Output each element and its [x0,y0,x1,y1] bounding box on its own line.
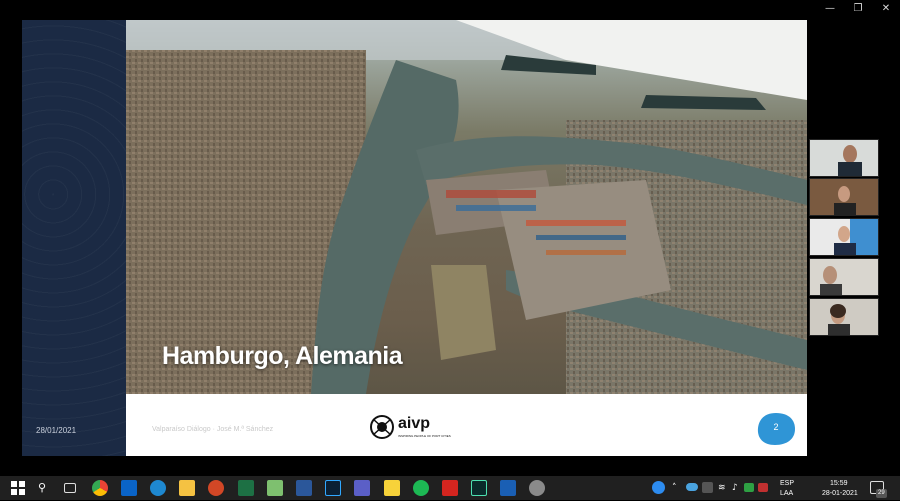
audition-icon[interactable] [471,480,487,496]
security-icon[interactable] [744,483,754,492]
slide-page-number: 2 [773,422,779,432]
aerial-port-photo: Hamburgo, Alemania [126,20,807,394]
start-icon[interactable] [10,480,26,496]
spotify-icon[interactable] [413,480,429,496]
language-indicator[interactable]: ESP [780,479,794,488]
chevron-up-icon[interactable]: ˄ [672,479,677,497]
sticky-notes-icon[interactable] [384,480,400,496]
participant-tile[interactable] [809,178,879,216]
photoshop-icon[interactable] [325,480,341,496]
search-icon[interactable]: ⚲ [38,479,46,497]
participant-tile[interactable] [809,218,879,256]
notification-count: 29 [876,489,887,498]
onedrive-icon[interactable] [686,483,698,491]
slide-title: Hamburgo, Alemania [162,342,403,370]
desktop: — ❐ ✕ 28/01/2021 Hamburgo, Alemania Valp… [0,0,900,500]
slide-date: 28/01/2021 [36,426,77,435]
wifi-icon[interactable]: ≋ [718,479,726,497]
shared-slide: 28/01/2021 Hamburgo, Alemania Valparaíso… [22,20,807,456]
participant-tile[interactable] [809,139,879,177]
edge-icon[interactable] [150,480,166,496]
close-button[interactable]: ✕ [872,2,900,16]
powerpoint-icon[interactable] [208,480,224,496]
outlook-icon[interactable] [121,480,137,496]
snipping-tool-icon[interactable] [529,480,545,496]
volume-icon[interactable]: ♪ [732,479,738,497]
taskbar: ⚲ ˄ ≋ ♪ ESP LAA 15:59 28-01-2021 29 [0,476,900,500]
tray-app-icon[interactable] [702,482,713,493]
maximize-button[interactable]: ❐ [844,2,872,16]
minimize-button[interactable]: — [816,2,844,16]
help-icon[interactable] [652,481,665,494]
slide-footer-text: Valparaíso Diálogo · José M.ª Sánchez [152,426,274,433]
task-view-icon[interactable] [64,483,76,493]
keyboard-layout: LAA [780,490,794,497]
chrome-icon[interactable] [92,480,108,496]
participant-tile[interactable] [809,258,879,296]
system-tray: ˄ ≋ ♪ ESP LAA 15:59 28-01-2021 29 [640,476,900,500]
logo-tagline: INSPIRING PEOPLE OF PORT CITIES [398,434,451,438]
aivp-logo: aivp INSPIRING PEOPLE OF PORT CITIES [368,409,468,445]
acrobat-icon[interactable] [442,480,458,496]
logo-text: aivp [398,415,431,432]
slide-page-badge: 2 [756,412,796,446]
participant-tile[interactable] [809,298,879,336]
media-player-icon[interactable] [500,480,516,496]
maps-icon[interactable] [267,480,283,496]
teams-icon[interactable] [354,480,370,496]
excel-icon[interactable] [238,480,254,496]
file-explorer-icon[interactable] [179,480,195,496]
word-icon[interactable] [296,480,312,496]
window-controls: — ❐ ✕ [816,2,900,16]
tray-status-icon[interactable] [758,483,768,492]
slide-sidebar: 28/01/2021 [22,20,126,456]
clock-date[interactable]: 28-01-2021 [822,489,858,498]
clock-time[interactable]: 15:59 [830,479,848,488]
